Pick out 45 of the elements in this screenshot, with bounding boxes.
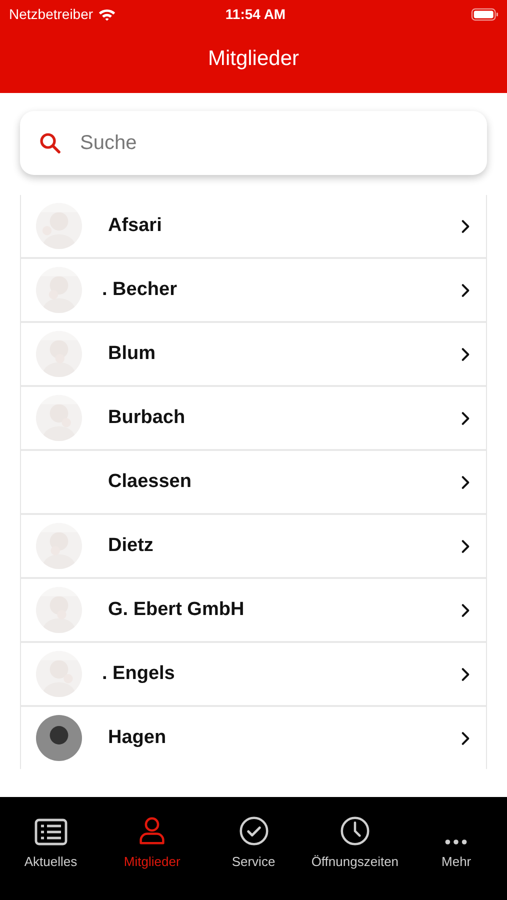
- wifi-icon: [98, 8, 116, 20]
- member-row[interactable]: Dietz: [21, 515, 486, 577]
- search-icon: [38, 131, 62, 155]
- member-name: Claessen: [108, 471, 192, 493]
- page-title: Mitglieder: [206, 47, 300, 71]
- more-icon: [444, 838, 468, 846]
- member-name: G. Ebert GmbH: [108, 599, 246, 621]
- chevron-icon: [461, 666, 470, 682]
- checkmark-circle-icon: [238, 816, 269, 846]
- member-name: Blum: [108, 343, 156, 365]
- avatar-silhouette-icon: [36, 715, 82, 761]
- member-row[interactable]: Afsari: [21, 195, 486, 257]
- tab-bar-item[interactable]: Service: [202, 813, 304, 869]
- battery-icon: [470, 8, 499, 20]
- chevron-icon: [461, 282, 470, 298]
- member-name: . Engels: [102, 663, 176, 685]
- member-row[interactable]: . Engels: [21, 643, 486, 705]
- carrier-name: Netzbetreiber: [9, 6, 94, 22]
- clock-icon: [340, 816, 370, 846]
- chevron-icon: [461, 346, 470, 362]
- member-name: Burbach: [108, 407, 186, 429]
- chevron-icon: [461, 730, 470, 746]
- member-row[interactable]: Blum: [21, 323, 486, 385]
- member-row[interactable]: . Becher: [21, 259, 486, 321]
- tab-bar-item[interactable]: Mitglieder: [101, 813, 203, 869]
- chevron-icon: [461, 602, 470, 618]
- member-name: Afsari: [108, 215, 163, 237]
- tab-bar-item[interactable]: Aktuelles: [0, 813, 102, 869]
- chevron-icon: [461, 538, 470, 554]
- tab-bar-item[interactable]: Mehr: [406, 813, 507, 869]
- member-name: . Becher: [102, 279, 178, 301]
- chevron-icon: [461, 410, 470, 426]
- member-row[interactable]: Hagen: [21, 707, 486, 769]
- status-time: 11:54 AM: [225, 6, 286, 22]
- person-icon: [138, 816, 166, 846]
- list-icon: [34, 818, 68, 846]
- chevron-icon: [461, 218, 470, 234]
- tab-bar-item[interactable]: Öffnungszeiten: [304, 813, 406, 869]
- member-row[interactable]: Burbach: [21, 387, 486, 449]
- member-row[interactable]: G. Ebert GmbH: [21, 579, 486, 641]
- member-name: Hagen: [108, 727, 168, 749]
- member-row[interactable]: Claessen: [21, 451, 486, 513]
- chevron-icon: [461, 474, 470, 490]
- search-field[interactable]: Suche: [78, 130, 469, 156]
- member-name: Dietz: [108, 535, 154, 557]
